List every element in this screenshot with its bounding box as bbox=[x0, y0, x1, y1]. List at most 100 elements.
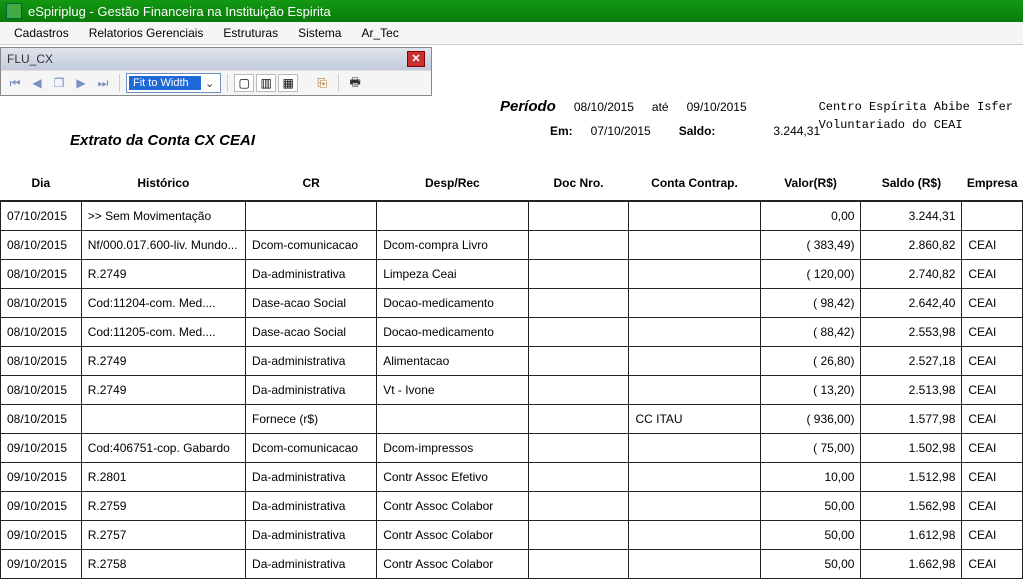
table-row: 09/10/2015R.2758Da-administrativaContr A… bbox=[1, 549, 1023, 578]
cell-cr: Da-administrativa bbox=[246, 520, 377, 549]
cell-doc bbox=[528, 259, 629, 288]
report-preview-window: FLU_CX ✕ ⏮ ◀ ❐ ▶ ⏭ Fit to Width ⌄ ▢ ▥ ▦ … bbox=[0, 47, 432, 96]
view-dual-icon[interactable]: ▥ bbox=[256, 74, 276, 92]
col-empresa: Empresa bbox=[962, 170, 1023, 201]
cell-empresa: CEAI bbox=[962, 317, 1023, 346]
cell-valor: ( 936,00) bbox=[760, 404, 861, 433]
table-row: 08/10/2015R.2749Da-administrativaAliment… bbox=[1, 346, 1023, 375]
cell-desprec: Dcom-impressos bbox=[377, 433, 528, 462]
cell-doc bbox=[528, 288, 629, 317]
cell-dia: 08/10/2015 bbox=[1, 404, 82, 433]
menu-estruturas[interactable]: Estruturas bbox=[215, 24, 286, 42]
cell-contrap bbox=[629, 433, 760, 462]
cell-doc bbox=[528, 201, 629, 230]
cell-contrap bbox=[629, 201, 760, 230]
cell-dia: 07/10/2015 bbox=[1, 201, 82, 230]
cell-dia: 08/10/2015 bbox=[1, 288, 82, 317]
menu-artec[interactable]: Ar_Tec bbox=[353, 24, 406, 42]
ledger-table: Dia Histórico CR Desp/Rec Doc Nro. Conta… bbox=[0, 170, 1023, 579]
cell-doc bbox=[528, 433, 629, 462]
cell-cr: Da-administrativa bbox=[246, 346, 377, 375]
cell-historico: Cod:11204-com. Med.... bbox=[81, 288, 245, 317]
cell-saldo: 2.740,82 bbox=[861, 259, 962, 288]
cell-valor: 50,00 bbox=[760, 520, 861, 549]
cell-empresa: CEAI bbox=[962, 404, 1023, 433]
close-button[interactable]: ✕ bbox=[407, 51, 425, 67]
cell-cr: Da-administrativa bbox=[246, 375, 377, 404]
cell-cr: Dcom-comunicacao bbox=[246, 433, 377, 462]
date-to: 09/10/2015 bbox=[687, 100, 747, 114]
cell-historico: Cod:11205-com. Med.... bbox=[81, 317, 245, 346]
cell-contrap bbox=[629, 491, 760, 520]
cell-desprec bbox=[377, 404, 528, 433]
cell-contrap bbox=[629, 346, 760, 375]
cell-dia: 08/10/2015 bbox=[1, 375, 82, 404]
cell-saldo: 2.527,18 bbox=[861, 346, 962, 375]
table-row: 09/10/2015R.2759Da-administrativaContr A… bbox=[1, 491, 1023, 520]
cell-saldo: 1.512,98 bbox=[861, 462, 962, 491]
cell-valor: ( 383,49) bbox=[760, 230, 861, 259]
prev-page-icon[interactable]: ◀ bbox=[27, 73, 47, 93]
cell-historico: R.2749 bbox=[81, 375, 245, 404]
last-page-icon[interactable]: ⏭ bbox=[93, 73, 113, 93]
exit-icon[interactable]: ⎘ bbox=[312, 73, 332, 93]
cell-cr: Da-administrativa bbox=[246, 259, 377, 288]
cell-desprec: Docao-medicamento bbox=[377, 317, 528, 346]
cell-desprec bbox=[377, 201, 528, 230]
cell-cr: Dase-acao Social bbox=[246, 288, 377, 317]
cell-historico: R.2749 bbox=[81, 259, 245, 288]
cell-contrap bbox=[629, 549, 760, 578]
zoom-select[interactable]: Fit to Width ⌄ bbox=[126, 73, 221, 93]
menu-relatorios[interactable]: Relatorios Gerenciais bbox=[81, 24, 212, 42]
cell-saldo: 1.502,98 bbox=[861, 433, 962, 462]
saldo-label: Saldo: bbox=[679, 124, 716, 138]
menu-cadastros[interactable]: Cadastros bbox=[6, 24, 77, 42]
next-page-icon[interactable]: ▶ bbox=[71, 73, 91, 93]
cell-contrap bbox=[629, 520, 760, 549]
table-row: 08/10/2015Fornece (r$)CC ITAU( 936,00)1.… bbox=[1, 404, 1023, 433]
copy-icon[interactable]: ❐ bbox=[49, 73, 69, 93]
cell-desprec: Contr Assoc Colabor bbox=[377, 520, 528, 549]
cell-contrap bbox=[629, 462, 760, 491]
ate-label: até bbox=[652, 100, 669, 114]
cell-historico: R.2801 bbox=[81, 462, 245, 491]
cell-empresa: CEAI bbox=[962, 520, 1023, 549]
menu-sistema[interactable]: Sistema bbox=[290, 24, 349, 42]
cell-doc bbox=[528, 404, 629, 433]
print-icon[interactable]: 🖶 bbox=[345, 73, 365, 93]
first-page-icon[interactable]: ⏮ bbox=[5, 73, 25, 93]
cell-saldo: 2.553,98 bbox=[861, 317, 962, 346]
separator bbox=[338, 74, 339, 92]
cell-dia: 09/10/2015 bbox=[1, 433, 82, 462]
cell-desprec: Contr Assoc Colabor bbox=[377, 549, 528, 578]
cell-saldo: 3.244,31 bbox=[861, 201, 962, 230]
cell-cr: Da-administrativa bbox=[246, 491, 377, 520]
cell-historico: R.2758 bbox=[81, 549, 245, 578]
cell-contrap bbox=[629, 230, 760, 259]
sub-window-title-bar: FLU_CX ✕ bbox=[1, 48, 431, 70]
window-title-bar: eSpiriplug - Gestão Financeira na Instit… bbox=[0, 0, 1023, 22]
separator bbox=[227, 74, 228, 92]
chevron-down-icon: ⌄ bbox=[201, 77, 218, 90]
cell-valor: ( 13,20) bbox=[760, 375, 861, 404]
cell-historico: Cod:406751-cop. Gabardo bbox=[81, 433, 245, 462]
col-desprec: Desp/Rec bbox=[377, 170, 528, 201]
col-doc: Doc Nro. bbox=[528, 170, 629, 201]
cell-valor: 0,00 bbox=[760, 201, 861, 230]
header-row: Dia Histórico CR Desp/Rec Doc Nro. Conta… bbox=[1, 170, 1023, 201]
cell-empresa: CEAI bbox=[962, 549, 1023, 578]
extrato-title: Extrato da Conta CX CEAI bbox=[70, 132, 255, 149]
col-valor: Valor(R$) bbox=[760, 170, 861, 201]
cell-desprec: Alimentacao bbox=[377, 346, 528, 375]
cell-historico: R.2757 bbox=[81, 520, 245, 549]
table-row: 08/10/2015Nf/000.017.600-liv. Mundo...Dc… bbox=[1, 230, 1023, 259]
cell-dia: 08/10/2015 bbox=[1, 317, 82, 346]
cell-valor: 50,00 bbox=[760, 491, 861, 520]
view-grid-icon[interactable]: ▦ bbox=[278, 74, 298, 92]
cell-cr: Dcom-comunicacao bbox=[246, 230, 377, 259]
cell-doc bbox=[528, 491, 629, 520]
view-single-icon[interactable]: ▢ bbox=[234, 74, 254, 92]
sub-window-title: FLU_CX bbox=[7, 52, 53, 66]
cell-valor: ( 120,00) bbox=[760, 259, 861, 288]
cell-dia: 09/10/2015 bbox=[1, 549, 82, 578]
